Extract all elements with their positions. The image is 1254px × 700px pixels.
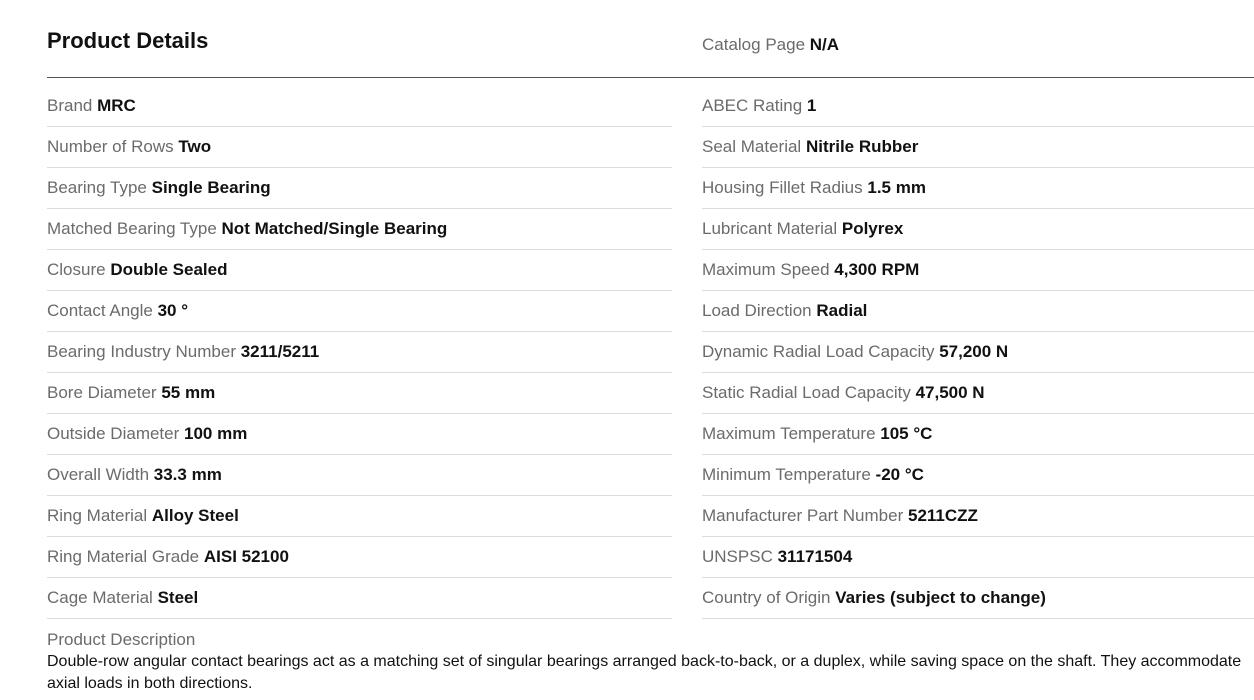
spec-value: 30 ° (157, 301, 189, 320)
spec-label: Outside Diameter (47, 424, 180, 443)
spec-row-minimum-temperature: Minimum Temperature -20 °C (702, 455, 1254, 496)
spec-value: Alloy Steel (151, 506, 239, 525)
spec-value: 31171504 (777, 547, 853, 566)
spec-label: Maximum Speed (702, 260, 830, 279)
spec-label: Maximum Temperature (702, 424, 876, 443)
spec-label: Seal Material (702, 137, 802, 156)
spec-label: Closure (47, 260, 106, 279)
spec-value: AISI 52100 (203, 547, 289, 566)
spec-label: Manufacturer Part Number (702, 506, 904, 525)
spec-value: 3211/5211 (240, 342, 320, 361)
spec-value: -20 °C (875, 465, 924, 484)
spec-value: 1.5 mm (867, 178, 926, 197)
spec-row-matched-bearing-type: Matched Bearing Type Not Matched/Single … (47, 209, 672, 250)
spec-value: MRC (97, 96, 136, 115)
spec-label: Brand (47, 96, 93, 115)
spec-row-unspsc: UNSPSC 31171504 (702, 537, 1254, 578)
spec-row-brand: Brand MRC (47, 86, 672, 127)
spec-value: 100 mm (184, 424, 248, 443)
spec-value: Polyrex (841, 219, 904, 238)
spec-row-cage-material: Cage Material Steel (47, 578, 672, 619)
spec-value: 33.3 mm (153, 465, 222, 484)
spec-row-static-radial-load-capacity: Static Radial Load Capacity 47,500 N (702, 373, 1254, 414)
spec-value: 105 °C (880, 424, 933, 443)
product-details-page: Product Details Catalog Page N/A Brand M… (0, 0, 1254, 700)
catalog-page-label: Catalog Page (702, 35, 806, 54)
spec-row-number-of-rows: Number of Rows Two (47, 127, 672, 168)
product-description-label: Product Description (47, 630, 196, 649)
spec-row-ring-material-grade: Ring Material Grade AISI 52100 (47, 537, 672, 578)
spec-label: Housing Fillet Radius (702, 178, 863, 197)
spec-row-country-of-origin: Country of Origin Varies (subject to cha… (702, 578, 1254, 619)
spec-row-bearing-type: Bearing Type Single Bearing (47, 168, 672, 209)
spec-label: Ring Material Grade (47, 547, 200, 566)
spec-row-bearing-industry-number: Bearing Industry Number 3211/5211 (47, 332, 672, 373)
spec-value: Radial (816, 301, 868, 320)
spec-value: 4,300 RPM (834, 260, 920, 279)
spec-value: 55 mm (161, 383, 216, 402)
spec-label: Minimum Temperature (702, 465, 871, 484)
spec-row-bore-diameter: Bore Diameter 55 mm (47, 373, 672, 414)
spec-label: Load Direction (702, 301, 812, 320)
spec-row-contact-angle: Contact Angle 30 ° (47, 291, 672, 332)
spec-label: Lubricant Material (702, 219, 838, 238)
spec-row-seal-material: Seal Material Nitrile Rubber (702, 127, 1254, 168)
spec-row-lubricant-material: Lubricant Material Polyrex (702, 209, 1254, 250)
spec-label: Bearing Industry Number (47, 342, 236, 361)
spec-label: Number of Rows (47, 137, 174, 156)
spec-value: 57,200 N (939, 342, 1009, 361)
product-details-header: Product Details Catalog Page N/A (47, 0, 1254, 78)
spec-row-maximum-temperature: Maximum Temperature 105 °C (702, 414, 1254, 455)
spec-label: Bore Diameter (47, 383, 157, 402)
spec-value: Double Sealed (110, 260, 228, 279)
spec-label: Cage Material (47, 588, 153, 607)
spec-row-ring-material: Ring Material Alloy Steel (47, 496, 672, 537)
spec-value: 5211CZZ (907, 506, 978, 525)
spec-value: Not Matched/Single Bearing (221, 219, 448, 238)
spec-row-housing-fillet-radius: Housing Fillet Radius 1.5 mm (702, 168, 1254, 209)
catalog-page: Catalog Page N/A (702, 35, 839, 55)
spec-value: Single Bearing (151, 178, 271, 197)
spec-label: UNSPSC (702, 547, 773, 566)
spec-value: Varies (subject to change) (835, 588, 1046, 607)
spec-label: Bearing Type (47, 178, 147, 197)
specs-right-column: ABEC Rating 1 Seal Material Nitrile Rubb… (702, 86, 1254, 619)
spec-row-closure: Closure Double Sealed (47, 250, 672, 291)
spec-label: Country of Origin (702, 588, 831, 607)
spec-label: Matched Bearing Type (47, 219, 217, 238)
spec-row-abec-rating: ABEC Rating 1 (702, 86, 1254, 127)
product-description-text: Double-row angular contact bearings act … (47, 653, 1242, 692)
specs-left-column: Brand MRC Number of Rows Two Bearing Typ… (47, 86, 672, 619)
catalog-page-value: N/A (809, 35, 840, 54)
spec-label: Contact Angle (47, 301, 153, 320)
spec-value: 47,500 N (915, 383, 985, 402)
spec-value: Two (178, 137, 212, 156)
product-description: Product Description Double-row angular c… (47, 629, 1242, 695)
spec-row-overall-width: Overall Width 33.3 mm (47, 455, 672, 496)
spec-value: Steel (157, 588, 199, 607)
spec-label: Ring Material (47, 506, 148, 525)
spec-label: Dynamic Radial Load Capacity (702, 342, 935, 361)
spec-row-dynamic-radial-load-capacity: Dynamic Radial Load Capacity 57,200 N (702, 332, 1254, 373)
spec-label: Static Radial Load Capacity (702, 383, 911, 402)
spec-value: 1 (806, 96, 817, 115)
spec-row-manufacturer-part-number: Manufacturer Part Number 5211CZZ (702, 496, 1254, 537)
spec-label: Overall Width (47, 465, 150, 484)
spec-row-maximum-speed: Maximum Speed 4,300 RPM (702, 250, 1254, 291)
spec-row-load-direction: Load Direction Radial (702, 291, 1254, 332)
spec-label: ABEC Rating (702, 96, 803, 115)
spec-row-outside-diameter: Outside Diameter 100 mm (47, 414, 672, 455)
page-title: Product Details (47, 28, 209, 53)
spec-value: Nitrile Rubber (805, 137, 919, 156)
